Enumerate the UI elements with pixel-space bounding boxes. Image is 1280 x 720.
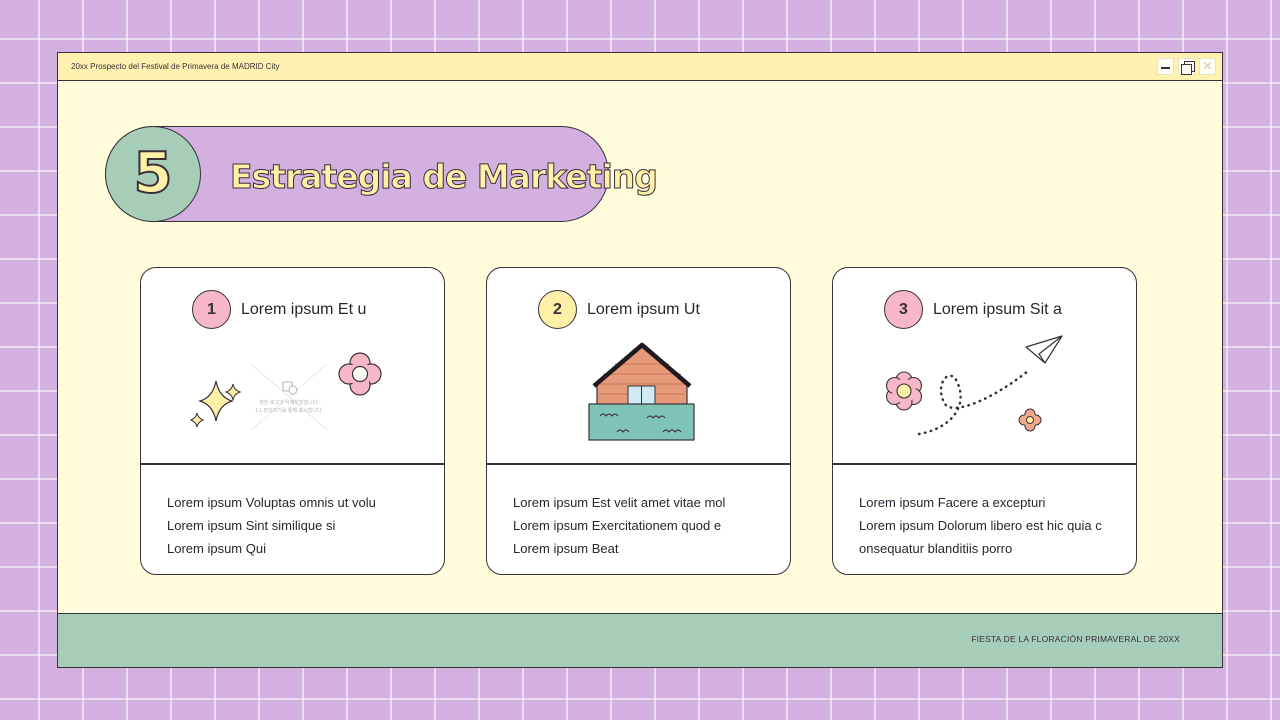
card-text-line: Lorem ipsum Sint similique si	[167, 518, 336, 533]
window-title: 20xx Prospecto del Festival de Primavera…	[71, 62, 280, 71]
window-controls: ✕	[1157, 58, 1216, 75]
card-text-line: Lorem ipsum Voluptas omnis ut volu	[167, 495, 376, 510]
flower-icon	[885, 371, 923, 411]
step-badge: 3	[884, 290, 923, 329]
card-title: Lorem ipsum Sit a	[933, 300, 1062, 318]
card-body: Lorem ipsum Facere a excepturi Lorem ips…	[859, 491, 1128, 560]
placeholder-text-2: 1:1 편의리기를 통해 표시합니다.	[255, 407, 323, 414]
card-body: Lorem ipsum Est velit amet vitae mol Lor…	[513, 491, 782, 560]
restore-icon[interactable]	[1178, 58, 1195, 75]
card-body: Lorem ipsum Voluptas omnis ut volu Lorem…	[167, 491, 436, 560]
step-badge: 2	[538, 290, 577, 329]
card-title: Lorem ipsum Et u	[241, 300, 367, 318]
card-text-line: onsequatur blanditiis porro	[859, 541, 1013, 556]
sparkle-icon	[189, 380, 242, 428]
card-divider	[833, 463, 1136, 465]
paper-plane-icon	[1025, 335, 1063, 364]
card-header: 3 Lorem ipsum Sit a	[884, 290, 1062, 329]
card-text-line: Lorem ipsum Dolorum libero est hic quia …	[859, 518, 1102, 533]
section-number-circle: 5	[105, 126, 201, 222]
close-icon[interactable]: ✕	[1199, 58, 1216, 75]
app-window: 20xx Prospecto del Festival de Primavera…	[57, 52, 1223, 668]
flower-icon	[1018, 408, 1042, 432]
placeholder-text-1: 편한 로고가 삭제되었습니다.	[259, 399, 318, 406]
footer-bar: FIESTA DE LA FLORACIÓN PRIMAVERAL DE 20X…	[58, 613, 1222, 667]
card-divider	[487, 463, 790, 465]
card-illustration: 편한 로고가 삭제되었습니다. 1:1 편의리기를 통해 표시합니다.	[189, 352, 382, 431]
dotted-flight-path	[917, 369, 1030, 436]
card-title: Lorem ipsum Ut	[587, 300, 700, 318]
step-badge: 1	[192, 290, 231, 329]
strategy-card-1: 1 Lorem ipsum Et u 편한 로고가 삭제되었습니다. 1:1 편…	[140, 267, 445, 575]
card-text-line: Lorem ipsum Beat	[513, 541, 619, 556]
card-illustration	[588, 342, 695, 441]
card-divider	[141, 463, 444, 465]
page-title: Estrategia de Marketing	[230, 157, 659, 197]
card-text-line: Lorem ipsum Exercitationem quod e	[513, 518, 722, 533]
card-illustration	[885, 335, 1063, 436]
section-number: 5	[133, 141, 174, 206]
minimize-icon[interactable]	[1157, 58, 1174, 75]
card-header: 1 Lorem ipsum Et u	[192, 290, 366, 329]
strategy-card-3: 3 Lorem ipsum Sit a Lorem ipsum Facere a…	[832, 267, 1137, 575]
card-header: 2 Lorem ipsum Ut	[538, 290, 700, 329]
card-text-line: Lorem ipsum Qui	[167, 541, 266, 556]
card-text-line: Lorem ipsum Est velit amet vitae mol	[513, 495, 726, 510]
footer-text: FIESTA DE LA FLORACIÓN PRIMAVERAL DE 20X…	[971, 634, 1180, 644]
image-placeholder-icon: 편한 로고가 삭제되었습니다. 1:1 편의리기를 통해 표시합니다.	[250, 363, 328, 431]
strategy-card-2: 2 Lorem ipsum Ut Lorem ipsum Est velit a…	[486, 267, 791, 575]
flower-icon	[338, 352, 382, 396]
house-icon	[588, 342, 695, 441]
card-text-line: Lorem ipsum Facere a excepturi	[859, 495, 1046, 510]
title-bar: 20xx Prospecto del Festival de Primavera…	[58, 53, 1222, 81]
